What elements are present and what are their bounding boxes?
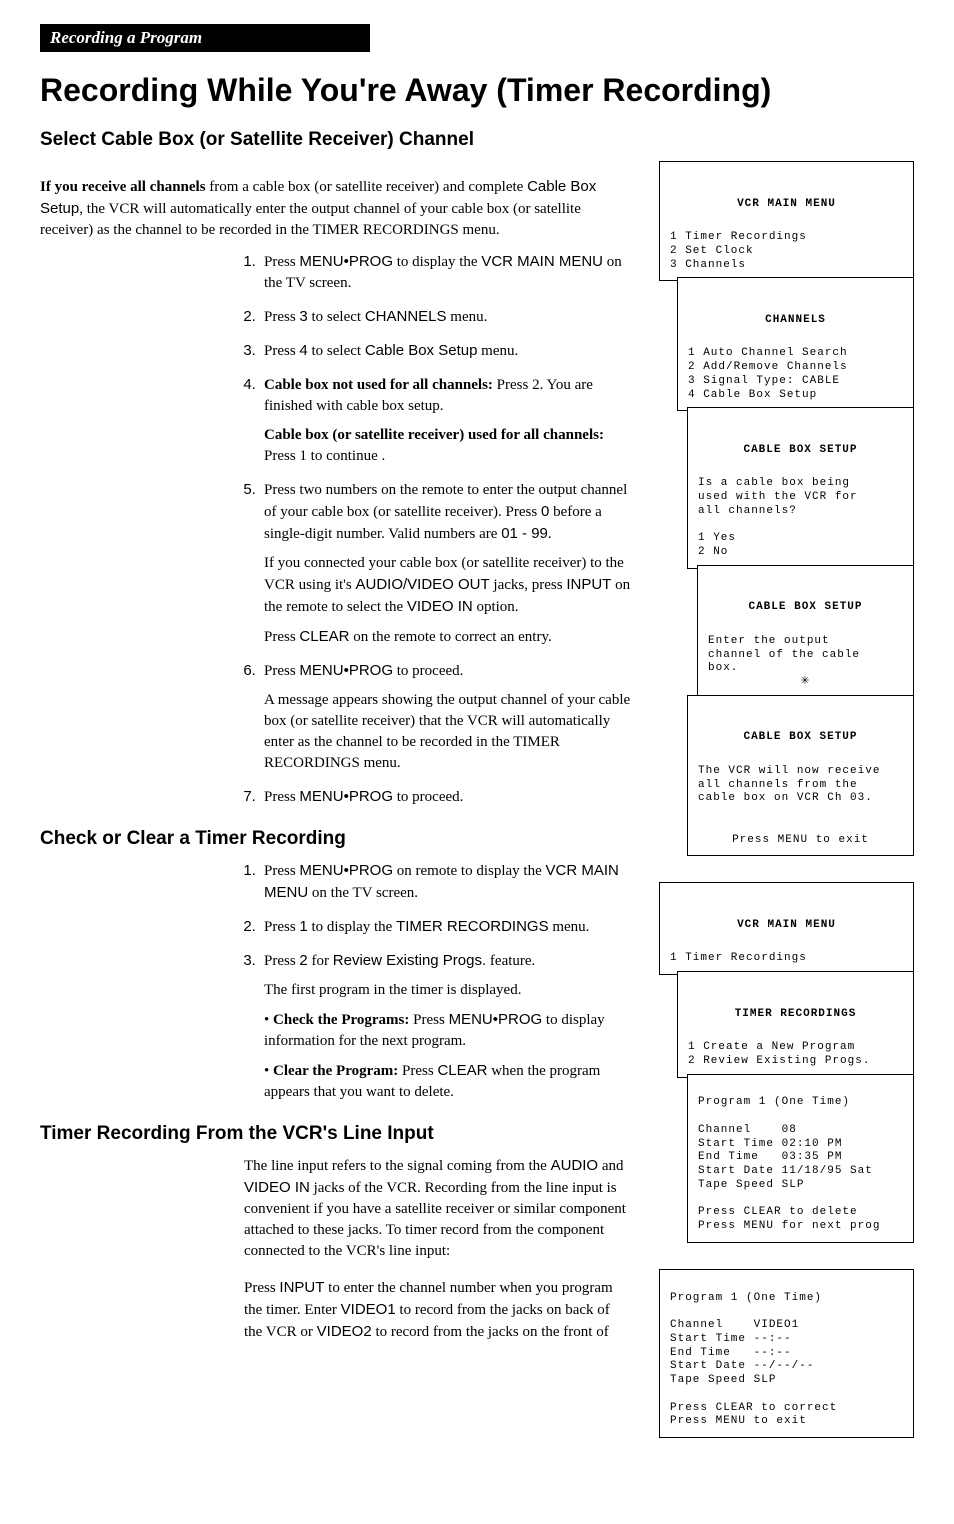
cable-box-confirm-screen: CABLE BOX SETUP The VCR will now receive… [687, 695, 914, 857]
list-item: Press 1 to display the TIMER RECORDINGS … [260, 916, 631, 938]
vcr-main-menu-screen: VCR MAIN MENU 1 Timer Recordings 2 Set C… [659, 161, 914, 281]
list-item: Press 3 to select CHANNELS menu. [260, 306, 631, 328]
timer-recordings-menu-screen: TIMER RECORDINGS 1 Create a New Program … [677, 971, 914, 1078]
channels-menu-screen: CHANNELS 1 Auto Channel Search 2 Add/Rem… [677, 277, 914, 411]
vcr-main-menu-screen-2: VCR MAIN MENU 1 Timer Recordings [659, 882, 914, 975]
menu-illustration-timer: VCR MAIN MENU 1 Timer Recordings TIMER R… [659, 882, 914, 1243]
menu-illustration-line-input: Program 1 (One Time) Channel VIDEO1 Star… [659, 1269, 914, 1438]
section-heading-1: Select Cable Box (or Satellite Receiver)… [40, 129, 914, 151]
list-item: Press MENU•PROG on remote to display the… [260, 860, 631, 904]
section-heading-3: Timer Recording From the VCR's Line Inpu… [40, 1123, 631, 1145]
list-item: Press MENU•PROG to display the VCR MAIN … [260, 251, 631, 294]
cursor-icon: ✳ [708, 676, 903, 690]
list-item: Press 4 to select Cable Box Setup menu. [260, 340, 631, 362]
body-paragraph: Press INPUT to enter the channel number … [244, 1277, 631, 1343]
steps-list: Press MENU•PROG to display the VCR MAIN … [40, 251, 631, 808]
list-item: Press two numbers on the remote to enter… [260, 479, 631, 648]
list-item: Press MENU•PROG to proceed. [260, 786, 631, 808]
intro-paragraph: If you receive all channels from a cable… [40, 176, 631, 241]
breadcrumb-tab: Recording a Program [40, 24, 370, 52]
cable-box-setup-q-screen: CABLE BOX SETUP Is a cable box being use… [687, 407, 914, 569]
body-paragraph: The line input refers to the signal comi… [244, 1155, 631, 1262]
list-item: Press MENU•PROG to proceed. A message ap… [260, 660, 631, 774]
list-item: Cable box not used for all channels: Pre… [260, 374, 631, 467]
steps-list-2: Press MENU•PROG on remote to display the… [40, 860, 631, 1103]
program-1-details-screen: Program 1 (One Time) Channel 08 Start Ti… [687, 1074, 914, 1243]
menu-illustration-cable-box: VCR MAIN MENU 1 Timer Recordings 2 Set C… [659, 161, 914, 856]
program-1-video1-screen: Program 1 (One Time) Channel VIDEO1 Star… [659, 1269, 914, 1438]
cable-box-enter-output-screen: CABLE BOX SETUP Enter the output channel… [697, 565, 914, 699]
section-heading-2: Check or Clear a Timer Recording [40, 828, 631, 850]
list-item: Press 2 for Review Existing Progs. featu… [260, 950, 631, 1103]
page-title: Recording While You're Away (Timer Recor… [40, 72, 914, 109]
